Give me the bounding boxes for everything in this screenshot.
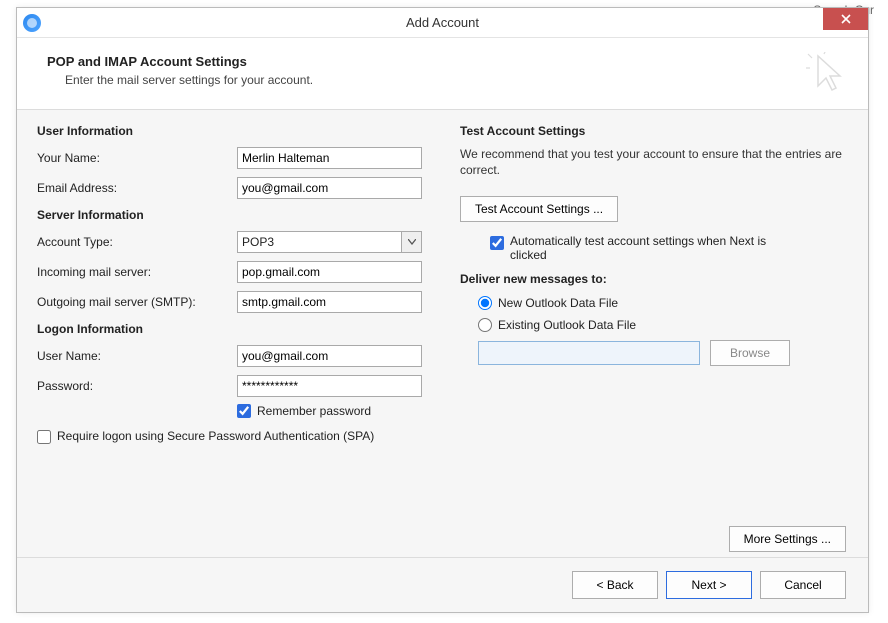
new-data-file-radio[interactable] <box>478 296 492 310</box>
user-info-heading: User Information <box>37 124 425 138</box>
cancel-button[interactable]: Cancel <box>760 571 846 599</box>
dialog-body: User Information Your Name: Email Addres… <box>17 110 868 568</box>
dialog-footer: < Back Next > Cancel <box>17 557 868 612</box>
dialog-header: POP and IMAP Account Settings Enter the … <box>17 38 868 110</box>
right-column: Test Account Settings We recommend that … <box>450 124 848 558</box>
header-title: POP and IMAP Account Settings <box>47 54 838 69</box>
server-info-heading: Server Information <box>37 208 425 222</box>
account-type-dropdown[interactable] <box>402 231 422 253</box>
test-settings-heading: Test Account Settings <box>460 124 848 138</box>
more-settings-button[interactable]: More Settings ... <box>729 526 846 552</box>
logon-info-heading: Logon Information <box>37 322 425 336</box>
spa-label: Require logon using Secure Password Auth… <box>57 428 374 444</box>
existing-file-path-input[interactable] <box>478 341 700 365</box>
app-icon <box>23 14 41 32</box>
your-name-label: Your Name: <box>37 151 237 165</box>
existing-data-file-radio[interactable] <box>478 318 492 332</box>
close-button[interactable] <box>823 8 868 30</box>
left-column: User Information Your Name: Email Addres… <box>37 124 450 558</box>
account-type-label: Account Type: <box>37 235 237 249</box>
outgoing-server-input[interactable] <box>237 291 422 313</box>
your-name-input[interactable] <box>237 147 422 169</box>
incoming-server-input[interactable] <box>237 261 422 283</box>
username-label: User Name: <box>37 349 237 363</box>
next-button[interactable]: Next > <box>666 571 752 599</box>
username-input[interactable] <box>237 345 422 367</box>
auto-test-label: Automatically test account settings when… <box>510 234 800 262</box>
test-settings-desc: We recommend that you test your account … <box>460 146 848 178</box>
password-input[interactable] <box>237 375 422 397</box>
test-account-button[interactable]: Test Account Settings ... <box>460 196 618 222</box>
remember-password-label: Remember password <box>257 404 371 418</box>
chevron-down-icon <box>408 239 416 245</box>
window-title: Add Account <box>17 15 868 30</box>
titlebar: Add Account <box>17 8 868 38</box>
deliver-heading: Deliver new messages to: <box>460 272 848 286</box>
email-input[interactable] <box>237 177 422 199</box>
header-subtitle: Enter the mail server settings for your … <box>47 73 838 87</box>
password-label: Password: <box>37 379 237 393</box>
incoming-label: Incoming mail server: <box>37 265 237 279</box>
remember-password-checkbox[interactable] <box>237 404 251 418</box>
add-account-dialog: Add Account POP and IMAP Account Setting… <box>16 7 869 613</box>
back-button[interactable]: < Back <box>572 571 658 599</box>
spa-checkbox[interactable] <box>37 430 51 444</box>
cursor-icon <box>806 52 846 92</box>
account-type-select[interactable]: POP3 <box>237 231 402 253</box>
browse-button[interactable]: Browse <box>710 340 790 366</box>
close-icon <box>841 14 851 24</box>
new-data-file-label: New Outlook Data File <box>498 296 618 310</box>
outgoing-label: Outgoing mail server (SMTP): <box>37 295 237 309</box>
email-label: Email Address: <box>37 181 237 195</box>
existing-data-file-label: Existing Outlook Data File <box>498 318 636 332</box>
auto-test-checkbox[interactable] <box>490 236 504 250</box>
